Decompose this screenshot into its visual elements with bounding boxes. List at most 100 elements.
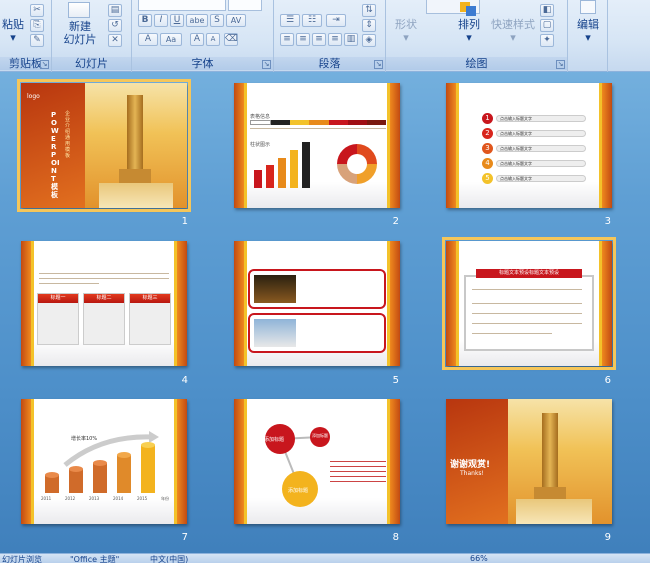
font-launcher-icon[interactable]: ↘ [262,60,271,69]
font-color-button[interactable]: A [138,33,158,46]
copy-icon[interactable]: ⎘ [30,19,44,32]
columns-icon[interactable]: ▥ [344,33,358,46]
shape-effects-icon[interactable]: ✦ [540,34,554,47]
bold-button[interactable]: B [138,14,152,27]
layout-icon[interactable]: ▤ [108,4,122,17]
indent-icon[interactable]: ⇥ [326,14,346,27]
slide9-thanks: 谢谢观赏! [450,460,491,470]
text-direction-icon[interactable]: ⇅ [362,4,376,17]
slide1-vertical-title: POWERPOINT模板 [51,111,60,199]
chevron-down-icon: ▾ [466,31,472,44]
slide6-banner: 标题文本预设标题文本预设 [476,269,582,278]
slide3-item-4: 4 点击输入标题文字 [482,158,586,171]
shapes-label: 形状 [395,18,417,31]
slides-group-label: 幻灯片 [52,57,131,70]
slide7-axis-end: 年份 [161,496,169,501]
slide1-monument-photo [85,83,187,208]
clipboard-group: 粘贴 ▾ ✂ ⎘ ✎ 剪贴板 ↘ [0,0,52,72]
chevron-down-icon: ▾ [585,31,591,44]
strikethrough-button[interactable]: abe [186,14,208,27]
reset-icon[interactable]: ↺ [108,19,122,32]
slide7-cylinder-1 [45,472,59,493]
slide8-bubble-2-label: 添加标题 [312,433,328,438]
numbering-icon[interactable]: ☷ [302,14,322,27]
slide2-bar-3 [278,158,286,188]
align-left-icon[interactable]: ≡ [280,33,294,46]
slide9-thanks-en: Thanks! [460,470,484,477]
shrink-font-button[interactable]: A [206,33,220,46]
slide3-item-5: 5 点击输入标题文字 [482,173,586,186]
align-right-icon[interactable]: ≡ [312,33,326,46]
italic-button[interactable]: I [154,14,168,27]
slide-thumbnail-8[interactable]: 添加标题 添加标题 添加标题 [234,399,400,524]
slide-thumbnail-3[interactable]: 1 点击输入标题文字 2 点击输入标题文字 3 点击输入标题文字 4 点击输入标… [446,83,612,208]
slide-number-9: 9 [604,532,611,543]
drawing-group-label: 绘图 [386,57,567,70]
slide4-tab-1: 标题一 [38,294,78,303]
font-size-combo[interactable] [228,0,262,11]
drawing-group: 形状 ▾ 排列 ▾ 快速样式 ▾ ◧ ▢ ✦ 绘图 ↘ [386,0,568,72]
shape-outline-icon[interactable]: ▢ [540,19,554,32]
underline-button[interactable]: U [170,14,184,27]
delete-slide-icon[interactable]: ✕ [108,34,122,47]
align-text-icon[interactable]: ⇕ [362,19,376,32]
drawing-launcher-icon[interactable]: ↘ [556,60,565,69]
align-center-icon[interactable]: ≡ [296,33,310,46]
slide-thumbnail-5[interactable] [234,241,400,366]
shape-fill-icon[interactable]: ◧ [540,4,554,17]
slide4-tab-3: 标题三 [130,294,170,303]
slide7-cylinder-5 [141,442,155,493]
format-painter-icon[interactable]: ✎ [30,34,44,47]
status-theme: "Office 主题" [70,555,120,563]
slide2-bar-2 [266,165,274,188]
char-spacing-button[interactable]: AV [226,14,246,27]
slide4-card-2: 标题二 [83,293,125,345]
slide-thumbnail-1[interactable]: logo POWERPOINT模板 企业介绍通用模板 [17,79,191,212]
slide-thumbnail-2[interactable]: 表格信息 柱状图示 [234,83,400,208]
editing-button[interactable]: 编辑 ▾ [570,18,606,44]
clear-format-icon[interactable]: ⌫ [224,33,238,46]
slide5-panel-1 [248,269,386,309]
slide-thumbnail-9[interactable]: 谢谢观赏! Thanks! [446,399,612,524]
slide-thumbnail-6[interactable]: 标题文本预设标题文本预设 [442,237,616,370]
slide1-subtitle: 企业介绍通用模板 [65,111,71,159]
slide-thumbnail-7[interactable]: 增长率10% 2011 2012 2013 2014 2015 年份 [21,399,187,524]
status-view: 幻灯片浏览 [2,555,42,563]
status-zoom[interactable]: 66% [470,554,488,563]
slide6-frame [464,275,594,351]
smartart-icon[interactable]: ◈ [362,34,376,47]
editing-label: 编辑 [577,18,599,31]
bullets-icon[interactable]: ☰ [280,14,300,27]
shadow-button[interactable]: S [210,14,224,27]
slide7-year-1: 2011 [41,496,52,501]
paste-button[interactable]: 粘贴 ▾ [0,18,26,44]
font-group-label: 字体 [132,57,273,70]
cut-icon[interactable]: ✂ [30,4,44,17]
slide2-bar-chart [254,142,310,188]
slide-thumbnail-4[interactable]: 标题一 标题二 标题三 [21,241,187,366]
new-slide-icon [68,2,90,18]
grow-font-button[interactable]: A [190,33,204,46]
slide7-year-2: 2012 [65,496,76,501]
justify-icon[interactable]: ≡ [328,33,342,46]
editing-group: 编辑 ▾ [568,0,608,72]
clipboard-launcher-icon[interactable]: ↘ [40,60,49,69]
shapes-button[interactable]: 形状 ▾ [388,18,424,44]
slide7-year-5: 2015 [137,496,148,501]
arrange-button[interactable]: 排列 ▾ [450,18,488,44]
new-slide-button[interactable]: 新建 幻灯片 [56,20,104,46]
new-slide-label-2: 幻灯片 [63,33,97,46]
paragraph-launcher-icon[interactable]: ↘ [374,60,383,69]
slide1-logo: logo [27,93,40,100]
slide3-item-3: 3 点击输入标题文字 [482,143,586,156]
slide-number-3: 3 [604,216,611,227]
arrange-label: 排列 [458,18,480,31]
slide-number-5: 5 [392,375,399,386]
slide7-cylinder-3 [93,460,107,493]
change-case-button[interactable]: Aa [160,33,182,46]
slide2-bar-1 [254,170,262,188]
quick-styles-button[interactable]: 快速样式 ▾ [488,18,538,44]
slide7-year-3: 2013 [89,496,100,501]
font-name-combo[interactable] [138,0,226,11]
slide2-bar-4 [290,150,298,188]
